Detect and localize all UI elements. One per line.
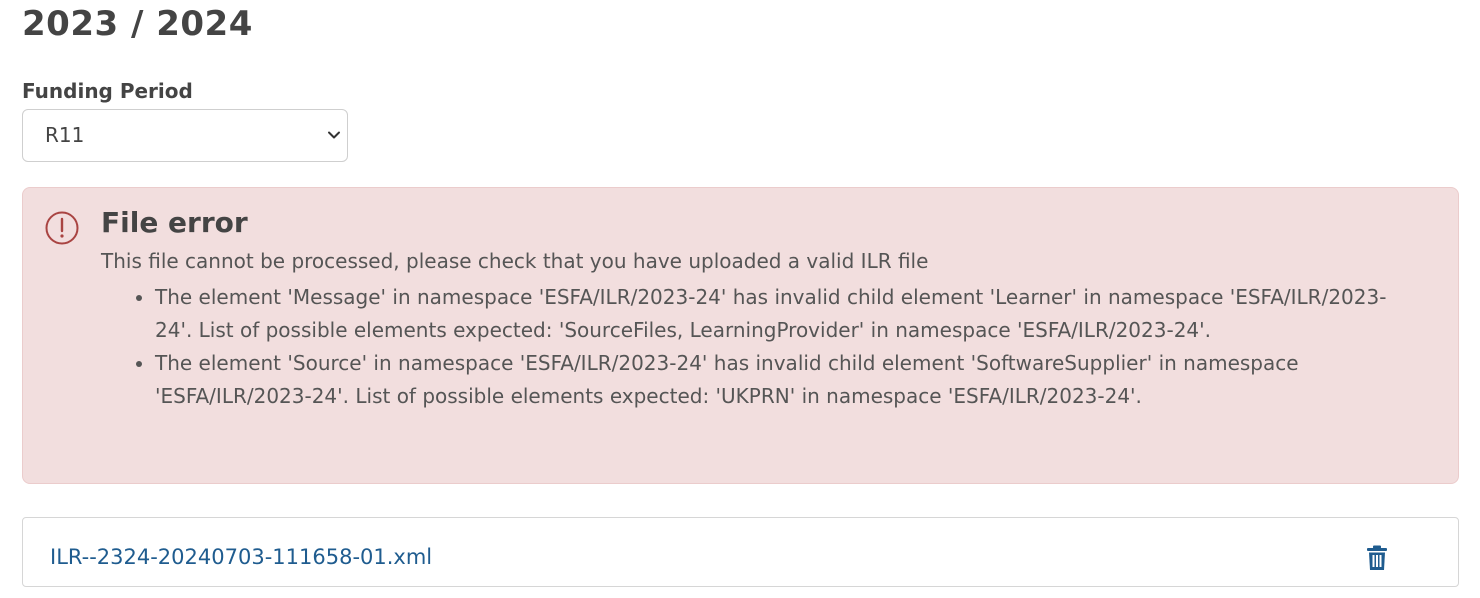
error-list-item: The element 'Source' in namespace 'ESFA/… [155,347,1405,413]
funding-period-select[interactable]: R11 [22,109,348,162]
error-list: The element 'Message' in namespace 'ESFA… [101,281,1405,413]
page: 2023 / 2024 Funding Period R11 File erro… [0,0,1480,598]
funding-period-selected-value: R11 [45,123,85,147]
trash-icon[interactable] [1366,545,1388,571]
alert-title: File error [101,206,248,239]
page-title: 2023 / 2024 [22,4,253,44]
file-error-alert: File error This file cannot be processed… [22,187,1459,484]
error-list-item: The element 'Message' in namespace 'ESFA… [155,281,1405,347]
file-name-link[interactable]: ILR--2324-20240703-111658-01.xml [50,545,432,569]
alert-message: This file cannot be processed, please ch… [101,249,929,273]
funding-period-label: Funding Period [22,79,193,103]
alert-circle-icon [45,211,79,245]
chevron-down-icon [328,131,340,139]
uploaded-file-row: ILR--2324-20240703-111658-01.xml [22,517,1459,587]
